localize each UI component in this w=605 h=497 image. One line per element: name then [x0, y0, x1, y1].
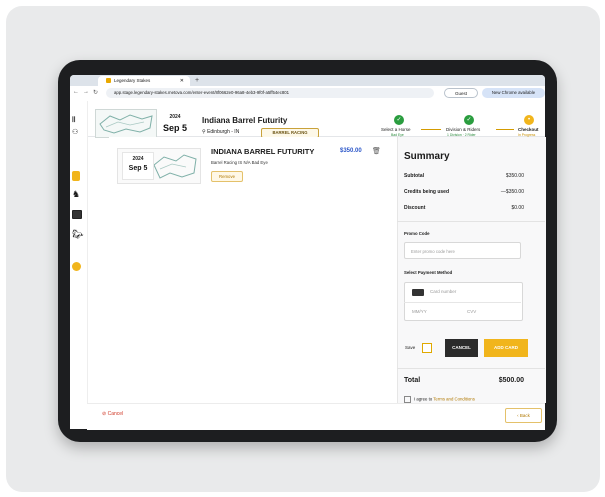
expiry-input[interactable]: MM/YY [412, 309, 427, 314]
footer-bar [87, 403, 545, 430]
rail-profile-icon[interactable]: ⚇ [72, 128, 78, 136]
back-chevron-icon: ‹ [517, 413, 519, 418]
delete-item-icon[interactable]: 🗑︎ [372, 147, 381, 155]
step-3-label[interactable]: Checkout [518, 127, 545, 132]
site-favicon-icon [106, 78, 111, 84]
close-tab-icon[interactable]: ✕ [180, 76, 184, 86]
terms-checkbox[interactable] [404, 396, 411, 403]
terms-link[interactable]: Terms and Conditions [433, 397, 475, 402]
cart-item-year: 2024 [132, 156, 144, 162]
back-arrow-icon[interactable]: ← [73, 89, 79, 95]
cancel-circle-icon: ⊘ [102, 411, 107, 417]
divider [397, 221, 545, 222]
reload-icon[interactable]: ↻ [93, 89, 98, 96]
total-label: Total [404, 377, 421, 384]
header-day: Sep 5 [162, 123, 187, 133]
terms-prefix: I agree to [414, 396, 433, 402]
step-connector [496, 129, 514, 130]
cart-item-date: 2024 Sep 5 [122, 152, 154, 180]
divider [404, 302, 521, 303]
promo-code-input[interactable]: Enter promo code here [404, 242, 521, 259]
rail-horse-icon[interactable]: ♞ [72, 189, 80, 200]
event-title: Indiana Barrel Futurity [202, 116, 288, 125]
guest-label: Guest [454, 91, 467, 96]
total-value: $500.00 [498, 377, 524, 384]
step-1-label[interactable]: Select a Horse [381, 127, 411, 132]
new-tab-icon[interactable]: + [195, 75, 199, 86]
rail-calendar-icon[interactable] [72, 210, 82, 219]
discount-label: Discount [404, 205, 426, 211]
event-location: ⚲ Edinburgh - IN [202, 129, 239, 135]
payment-method-label: Select Payment Method [404, 270, 453, 275]
credits-label: Credits being used [404, 189, 450, 195]
summary-row-discount: Discount $0.00 [404, 205, 524, 211]
credit-card-icon [412, 289, 424, 296]
summary-heading: Summary [404, 151, 450, 162]
step-2-check-icon: ✓ [464, 115, 474, 125]
location-pin-icon: ⚲ [202, 129, 206, 135]
summary-row-subtotal: Subtotal $350.00 [404, 173, 524, 179]
browser-tab-bar: Legendary Stakes ✕ + [70, 75, 545, 92]
browser-tab[interactable]: Legendary Stakes ✕ [98, 76, 190, 86]
cart-item-title: INDIANA BARREL FUTURITY [211, 147, 315, 156]
credits-value: —$350.00 [500, 189, 524, 195]
footer-back-button[interactable]: ‹ Back [505, 408, 542, 423]
save-card-label: Save [405, 345, 416, 350]
step-connector [421, 129, 441, 130]
cancel-card-button[interactable]: CANCEL [445, 339, 478, 357]
rail-help-icon[interactable] [72, 262, 81, 271]
rail-logo-icon[interactable]: ꟾꟾ [72, 117, 76, 124]
step-3-current-icon: • [524, 115, 534, 125]
new-chrome-button[interactable]: New Chrome available [482, 88, 545, 98]
add-card-button[interactable]: ADD CARD [484, 339, 528, 357]
cart-item-day: Sep 5 [128, 165, 148, 172]
rail-rider-icon[interactable]: 🐎︎ [72, 229, 83, 240]
subtotal-label: Subtotal [404, 173, 424, 179]
header-date: 2024 Sep 5 [159, 114, 191, 133]
footer-back-label: Back [519, 413, 530, 418]
forward-arrow-icon[interactable]: → [83, 89, 89, 95]
guest-profile-button[interactable]: Guest [444, 88, 478, 98]
remove-item-button[interactable]: Remove [211, 171, 243, 182]
terms-agreement: I agree to Terms and Conditions [404, 396, 475, 403]
step-2-label[interactable]: Division & Riders [446, 127, 480, 132]
promo-code-label: Promo Code [404, 231, 430, 236]
address-bar[interactable]: app.stage.legendary-stakes.metova.com/en… [106, 88, 434, 98]
save-card-checkbox[interactable] [422, 343, 432, 353]
cart-item-price: $350.00 [340, 148, 362, 154]
subtotal-value: $350.00 [505, 173, 524, 179]
event-map-thumbnail [95, 109, 157, 138]
step-1-check-icon: ✓ [394, 115, 404, 125]
tab-title: Legendary Stakes [114, 78, 151, 83]
footer-cancel-label: Cancel [107, 411, 124, 417]
cvv-input[interactable]: CVV [467, 309, 476, 314]
browser-toolbar: ← → ↻ app.stage.legendary-stakes.metova.… [70, 86, 545, 102]
rail-home-icon[interactable] [72, 171, 80, 181]
event-location-text: Edinburgh - IN [207, 129, 240, 135]
summary-row-credits: Credits being used —$350.00 [404, 189, 524, 195]
total-row: Total $500.00 [404, 377, 524, 384]
header-year: 2024 [169, 114, 181, 120]
cart-item-meta: Barrel Racing IS N/A Bad Eye [211, 160, 268, 165]
footer-cancel-link[interactable]: ⊘ Cancel [102, 411, 123, 417]
card-number-input[interactable]: Card number [430, 289, 456, 294]
divider [397, 368, 545, 369]
discount-value: $0.00 [511, 205, 524, 211]
